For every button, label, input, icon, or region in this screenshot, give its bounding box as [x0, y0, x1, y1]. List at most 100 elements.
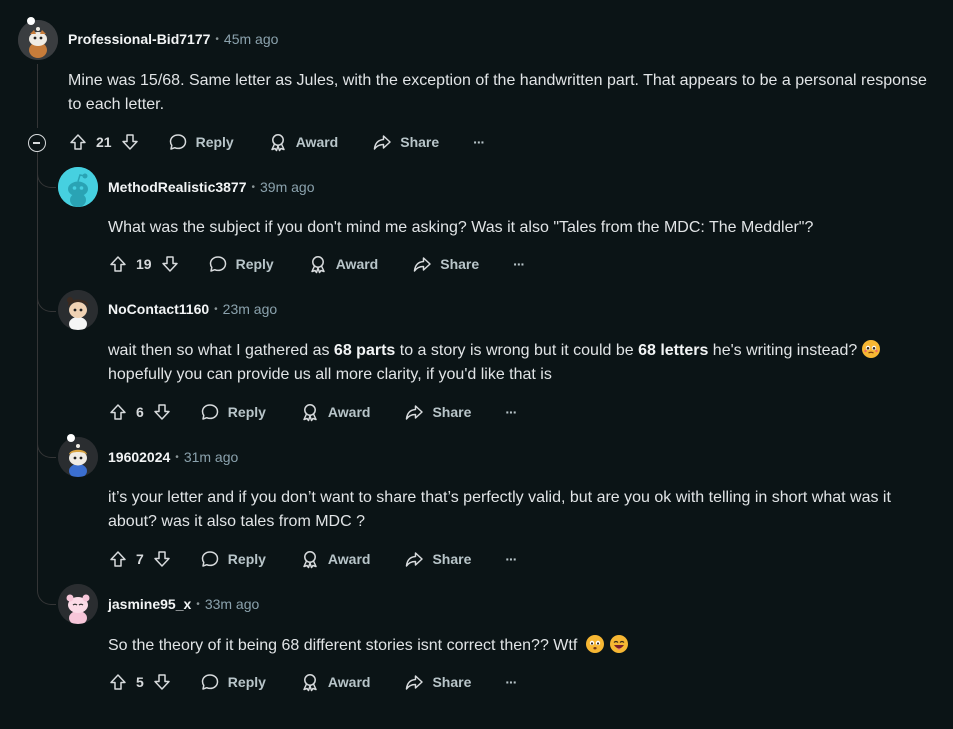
default-snoo-avatar-icon — [58, 167, 98, 207]
reply-button[interactable]: Reply — [200, 402, 266, 422]
more-options-button[interactable]: ··· — [513, 256, 525, 272]
vote-count: 6 — [136, 404, 144, 420]
more-options-button[interactable]: ··· — [505, 674, 517, 690]
upvote-button[interactable] — [108, 672, 128, 692]
reply-label: Reply — [227, 551, 266, 567]
comment-author[interactable]: jasmine95_x — [108, 596, 191, 612]
downvote-icon — [154, 674, 170, 690]
separator: • — [215, 33, 219, 45]
comment-author[interactable]: MethodRealistic3877 — [108, 179, 247, 195]
share-label: Share — [432, 551, 472, 567]
award-button[interactable]: Award — [300, 402, 371, 422]
reply-icon — [201, 551, 219, 567]
reply-icon — [169, 134, 186, 150]
separator: • — [251, 181, 256, 193]
separator: • — [175, 451, 179, 463]
downvote-icon — [121, 134, 138, 150]
award-button[interactable]: Award — [300, 549, 371, 569]
body-bold-text: 68 letters — [638, 342, 709, 359]
comment-author[interactable]: Professional-Bid7177 — [68, 31, 210, 47]
upvote-button[interactable] — [108, 402, 128, 422]
comment-actions: 5 Reply Award Share ··· — [108, 672, 517, 692]
thread-connector — [37, 297, 56, 312]
reply-button[interactable]: Reply — [200, 672, 266, 692]
separator: • — [214, 303, 218, 315]
comment-time[interactable]: 39m ago — [260, 179, 314, 195]
share-button[interactable]: Share — [404, 672, 471, 692]
upvote-button[interactable] — [68, 132, 88, 152]
avatar[interactable] — [58, 437, 98, 477]
comment-actions: 21 Reply Award Share ··· — [68, 132, 485, 152]
avatar[interactable] — [58, 290, 98, 330]
comment-time[interactable]: 45m ago — [224, 31, 278, 47]
comment-time[interactable]: 33m ago — [205, 596, 259, 612]
body-bold-text: 68 parts — [333, 342, 396, 359]
share-button[interactable]: Share — [404, 549, 471, 569]
share-label: Share — [400, 134, 440, 150]
award-button[interactable]: Award — [300, 672, 370, 692]
snoo-avatar-icon — [58, 437, 98, 477]
downvote-button[interactable] — [152, 549, 172, 569]
comment-body: So the theory of it being 68 different s… — [108, 634, 908, 658]
upvote-icon — [110, 674, 126, 690]
award-icon — [303, 551, 317, 569]
comment-author[interactable]: NoContact1160 — [108, 301, 209, 317]
thread-connector — [37, 173, 56, 188]
downvote-button[interactable] — [160, 254, 180, 274]
award-icon — [303, 404, 317, 422]
award-label: Award — [327, 404, 371, 420]
comment-time[interactable]: 31m ago — [184, 449, 238, 465]
reply-label: Reply — [195, 134, 234, 150]
downvote-button[interactable] — [152, 672, 172, 692]
comment-body: wait then so what I gathered as 68 parts… — [108, 339, 908, 387]
award-label: Award — [327, 551, 371, 567]
avatar[interactable] — [58, 167, 98, 207]
body-text: to a story is wrong but it could be — [395, 342, 639, 359]
share-button[interactable]: Share — [404, 402, 471, 422]
body-text: he's writing instead? — [708, 342, 862, 359]
more-options-button[interactable]: ··· — [505, 551, 517, 567]
comment-meta: MethodRealistic3877 • 39m ago — [108, 179, 315, 195]
comment-author[interactable]: 19602024 — [108, 449, 170, 465]
avatar[interactable] — [58, 584, 98, 624]
more-options-button[interactable]: ··· — [473, 134, 485, 150]
downvote-icon — [154, 404, 170, 420]
upvote-icon — [110, 551, 126, 567]
thread-line-main[interactable] — [37, 64, 38, 128]
upvote-icon — [70, 134, 86, 150]
award-icon — [310, 256, 325, 274]
upvote-button[interactable] — [108, 254, 128, 274]
reply-label: Reply — [227, 404, 266, 420]
snoo-avatar-icon — [18, 20, 58, 60]
snoo-avatar-icon — [58, 290, 98, 330]
vote-count: 5 — [136, 674, 144, 690]
online-indicator — [67, 434, 75, 442]
award-button[interactable]: Award — [308, 254, 378, 274]
snoo-avatar-icon — [58, 584, 98, 624]
downvote-icon — [154, 551, 170, 567]
more-options-button[interactable]: ··· — [505, 404, 517, 420]
thread-line-replies[interactable] — [37, 152, 38, 590]
comment-actions: 7 Reply Award Share ··· — [108, 549, 517, 569]
share-label: Share — [432, 674, 472, 690]
online-indicator — [27, 17, 35, 25]
downvote-button[interactable] — [120, 132, 140, 152]
share-button[interactable]: Share — [412, 254, 479, 274]
downvote-button[interactable] — [152, 402, 172, 422]
collapse-thread-button[interactable] — [28, 134, 46, 152]
avatar[interactable] — [18, 20, 58, 60]
vote-count: 21 — [96, 134, 112, 150]
comment-time[interactable]: 23m ago — [223, 301, 277, 317]
reply-button[interactable]: Reply — [208, 254, 274, 274]
share-icon — [406, 675, 424, 690]
share-label: Share — [432, 404, 472, 420]
comment-body: it’s your letter and if you don’t want t… — [108, 489, 891, 530]
reply-button[interactable]: Reply — [200, 549, 266, 569]
reply-button[interactable]: Reply — [168, 132, 234, 152]
award-button[interactable]: Award — [268, 132, 338, 152]
share-button[interactable]: Share — [372, 132, 439, 152]
upvote-icon — [110, 404, 126, 420]
comment-thread: Professional-Bid7177 • 45m ago Mine was … — [0, 0, 953, 729]
upvote-button[interactable] — [108, 549, 128, 569]
vote-count: 7 — [136, 551, 144, 567]
